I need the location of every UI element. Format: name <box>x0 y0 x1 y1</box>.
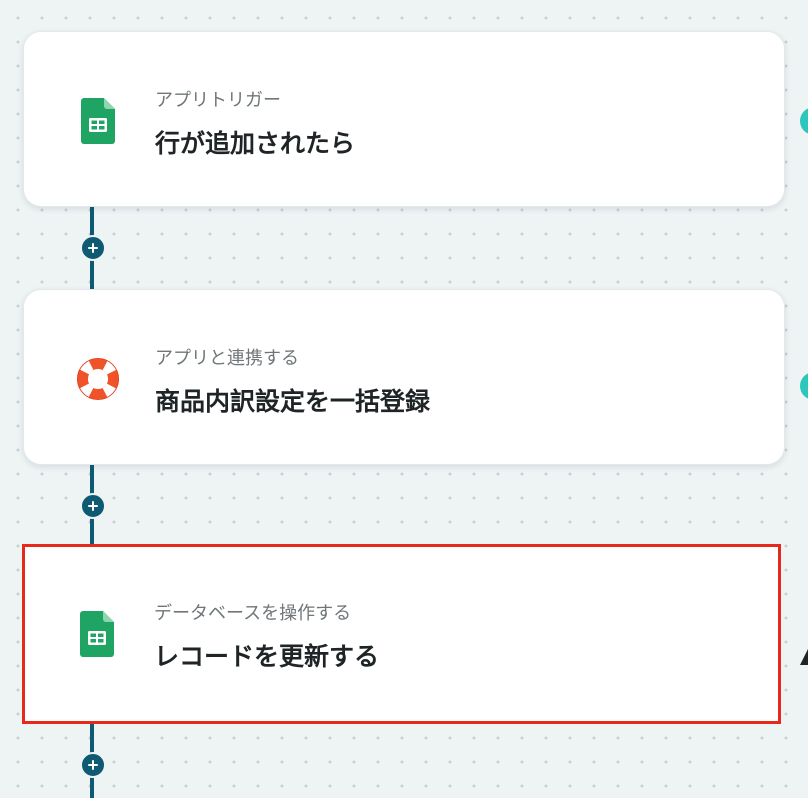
flow-step-card-database[interactable]: データベースを操作する レコードを更新する <box>22 544 781 724</box>
add-step-button[interactable] <box>80 493 106 519</box>
status-dot <box>800 107 808 135</box>
lifebuoy-icon <box>76 354 120 404</box>
step-type-label: データベースを操作する <box>154 603 352 624</box>
status-dot <box>800 372 808 400</box>
step-type-label: アプリトリガー <box>155 90 281 111</box>
step-title: 行が追加されたら <box>155 129 356 158</box>
flow-step-card-app-action[interactable]: アプリと連携する 商品内訳設定を一括登録 <box>23 289 785 465</box>
add-step-button[interactable] <box>80 752 106 778</box>
step-title: レコードを更新する <box>154 642 380 671</box>
add-step-button[interactable] <box>80 235 106 261</box>
google-sheets-icon <box>75 609 119 659</box>
google-sheets-icon <box>76 96 120 146</box>
step-title: 商品内訳設定を一括登録 <box>155 387 431 416</box>
flow-step-card-trigger[interactable]: アプリトリガー 行が追加されたら <box>23 31 785 207</box>
step-type-label: アプリと連携する <box>155 348 299 369</box>
edge-mark-icon <box>800 649 808 665</box>
